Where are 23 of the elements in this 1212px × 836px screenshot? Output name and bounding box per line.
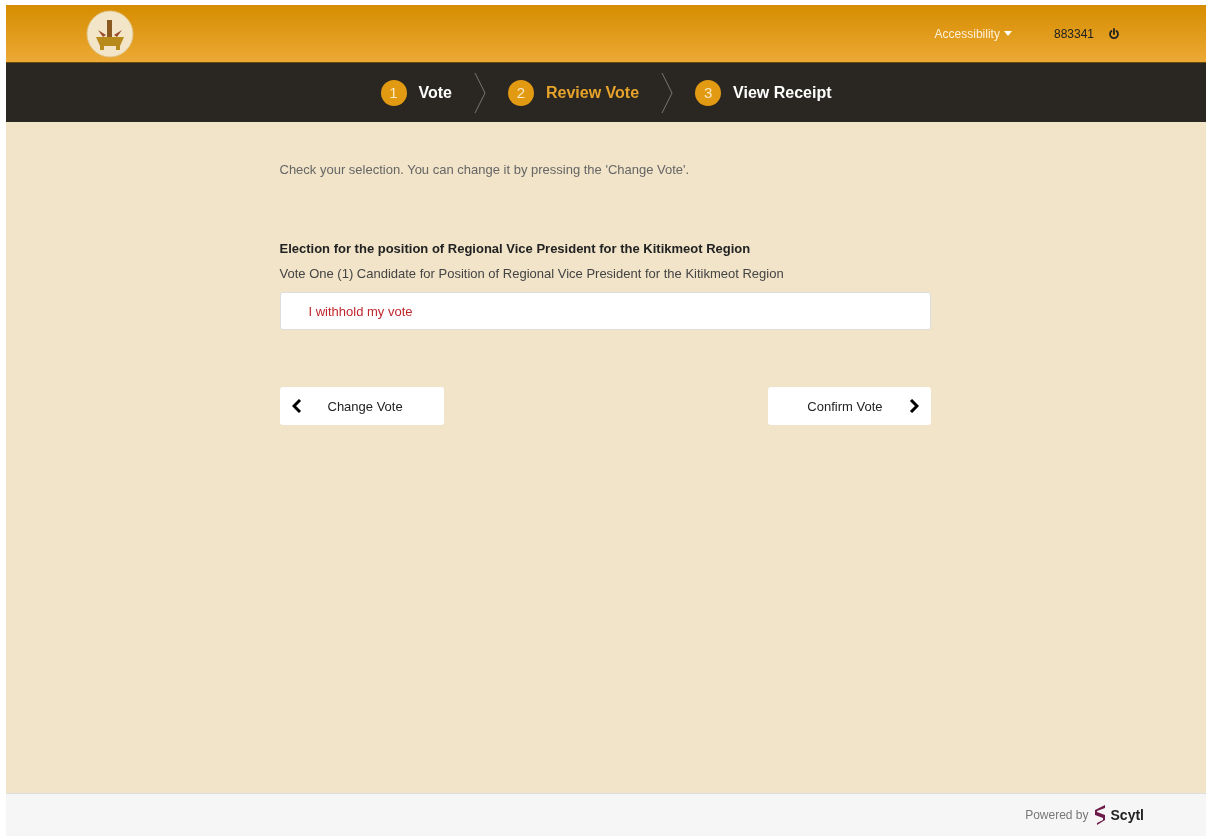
contest-subtitle: Vote One (1) Candidate for Position of Regional Vice President for the Kitikmeot Region <box>279 266 785 281</box>
brand-name: Scytl <box>1110 807 1144 823</box>
chevron-right-icon <box>908 399 919 413</box>
chevron-left-icon <box>291 399 302 413</box>
instructions-text: Check your selection. You can change it by pressing the 'Change Vote'. <box>279 162 691 177</box>
step-separator-icon <box>474 72 486 113</box>
power-icon[interactable] <box>1108 27 1120 40</box>
selection-text: I withhold my vote <box>308 303 413 319</box>
step-label: View Receipt <box>733 83 832 102</box>
user-id: 883341 <box>1053 26 1094 41</box>
step-number: 3 <box>695 79 722 106</box>
change-vote-button[interactable]: Change Vote <box>279 387 444 425</box>
emblem-logo <box>86 9 134 58</box>
caret-icon <box>1003 31 1012 36</box>
confirm-vote-button[interactable]: Confirm Vote <box>767 387 931 425</box>
contest-title: Election for the position of Regional Vice President for the Kitikmeot Region <box>279 241 752 256</box>
step-separator-icon <box>661 72 674 113</box>
step-label: Review Vote <box>546 83 640 102</box>
step-number: 1 <box>380 79 407 106</box>
step-label: Vote <box>418 83 452 102</box>
powered-by-text: Powered by <box>1025 808 1089 822</box>
step-number: 2 <box>508 79 534 106</box>
brand-logo-icon <box>1092 804 1107 826</box>
